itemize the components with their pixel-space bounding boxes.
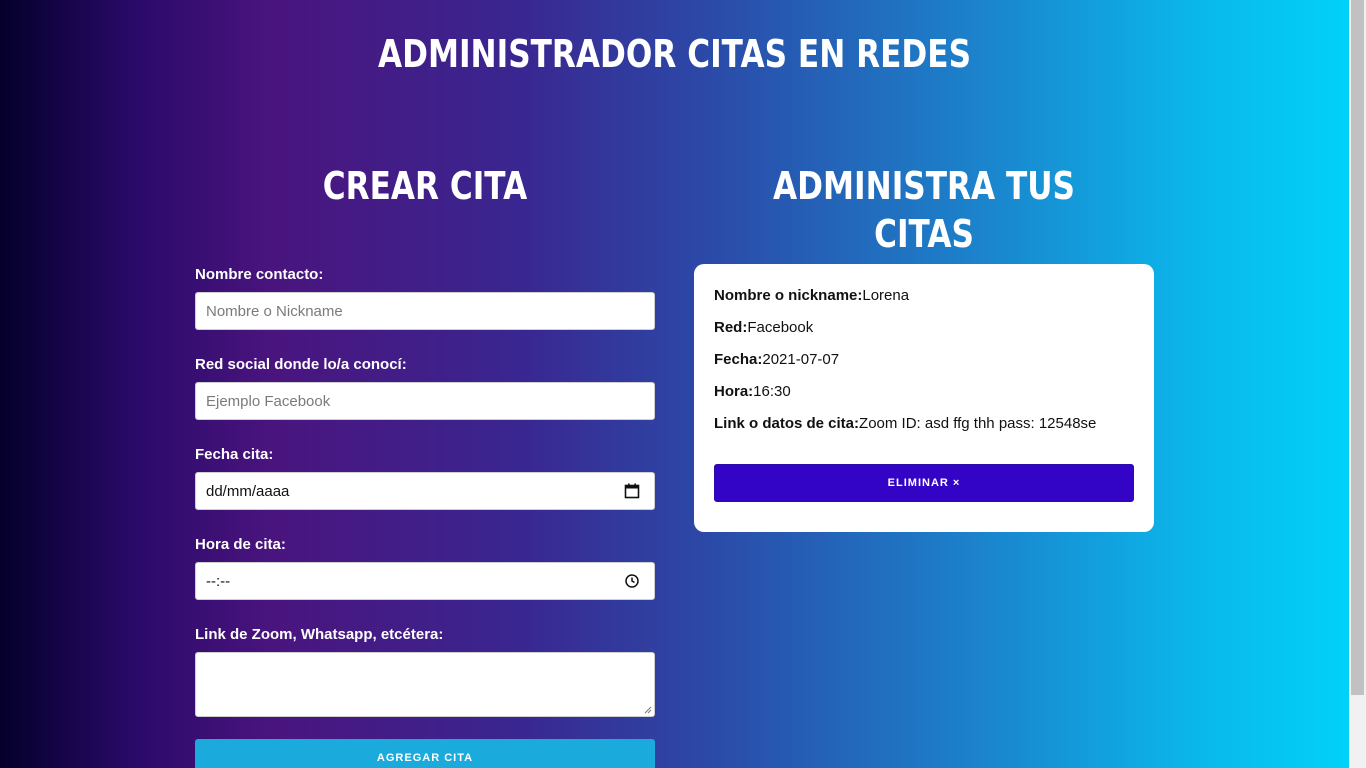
nickname-value: Lorena [862, 287, 910, 304]
appointment-date-row: Fecha:2021-07-07 [714, 351, 1134, 369]
manage-appointments-heading: Administra tus citas [773, 164, 1075, 256]
name-label: Nombre contacto: [195, 266, 324, 283]
create-appointment-heading: Crear cita [322, 164, 528, 208]
social-network-placeholder: Ejemplo Facebook [206, 392, 331, 410]
vertical-scrollbar[interactable] [1349, 0, 1366, 768]
appointment-link-label: Link o datos de cita: [714, 415, 860, 432]
appointment-time-label: Hora: [714, 383, 754, 400]
name-placeholder: Nombre o Nickname [206, 302, 343, 320]
appointment-link-value: Zoom ID: asd ffg thh pass: 12548se [859, 415, 1097, 432]
time-value: --:-- [206, 572, 231, 590]
appointment-link-row: Link o datos de cita:Zoom ID: asd ffg th… [714, 415, 1134, 433]
calendar-icon[interactable] [624, 483, 640, 499]
page-title: Administrador citas en redes [377, 32, 972, 76]
add-appointment-button[interactable]: Agregar cita [195, 739, 655, 768]
name-input[interactable]: Nombre o Nickname [195, 292, 655, 330]
date-value: dd/mm/aaaa [206, 482, 290, 500]
social-network-label: Red social donde lo/a conocí: [195, 356, 407, 373]
clock-icon[interactable] [624, 573, 640, 589]
page: Administrador citas en redes Crear cita … [0, 0, 1349, 768]
nickname-label: Nombre o nickname: [714, 287, 863, 304]
appointment-card: Nombre o nickname:Lorena Red:Facebook Fe… [694, 264, 1154, 532]
network-value: Facebook [747, 319, 814, 336]
date-input[interactable]: dd/mm/aaaa [195, 472, 655, 510]
appointment-time-row: Hora:16:30 [714, 383, 1134, 401]
date-label: Fecha cita: [195, 446, 274, 463]
social-network-input[interactable]: Ejemplo Facebook [195, 382, 655, 420]
appointment-network-row: Red:Facebook [714, 319, 1134, 337]
appointment-date-label: Fecha: [714, 351, 763, 368]
appointment-time-value: 16:30 [753, 383, 791, 400]
create-appointment-form: Nombre contacto: Nombre o Nickname Red s… [195, 266, 655, 768]
time-input[interactable]: --:-- [195, 562, 655, 600]
appointment-date-value: 2021-07-07 [762, 351, 840, 368]
time-label: Hora de cita: [195, 536, 286, 553]
scrollbar-thumb[interactable] [1351, 0, 1364, 695]
link-label: Link de Zoom, Whatsapp, etcétera: [195, 626, 444, 643]
appointment-nickname-row: Nombre o nickname:Lorena [714, 287, 1134, 305]
delete-appointment-button[interactable]: Eliminar × [714, 464, 1134, 502]
resize-grip-icon[interactable] [644, 706, 652, 714]
network-label: Red: [714, 319, 748, 336]
link-textarea[interactable] [195, 652, 655, 717]
